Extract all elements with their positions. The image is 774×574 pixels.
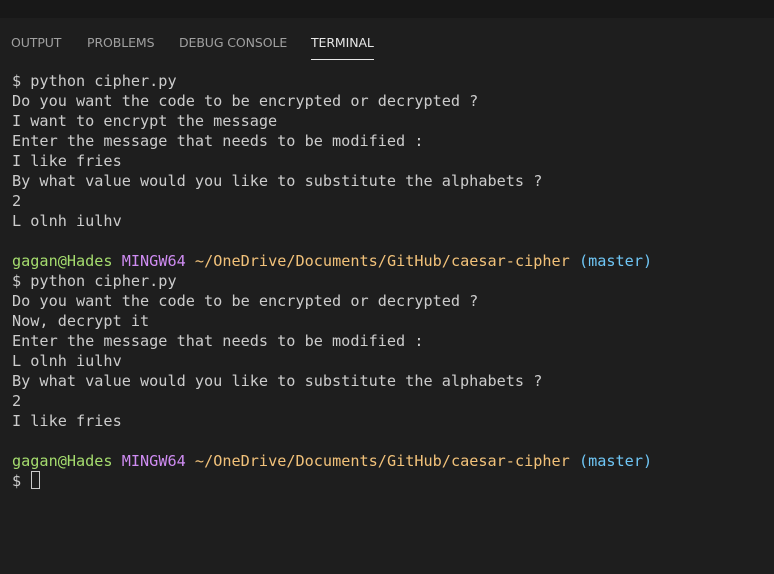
terminal-line: By what value would you like to substitu… [12,372,543,390]
prompt-branch: (master) [578,452,653,470]
terminal-line: Now, decrypt it [12,312,150,330]
terminal-line: Enter the message that needs to be modif… [12,332,424,350]
terminal-cursor [31,471,41,489]
prompt-branch: (master) [578,252,653,270]
terminal-line: L olnh iulhv [12,212,122,230]
terminal-line: L olnh iulhv [12,352,122,370]
tab-output[interactable]: OUTPUT [11,35,61,59]
prompt-user-host: gagan@Hades [12,452,113,470]
terminal-line: By what value would you like to substitu… [12,172,543,190]
terminal-line: $ python cipher.py [12,72,177,90]
terminal-line: Do you want the code to be encrypted or … [12,92,479,110]
terminal-output[interactable]: $ python cipher.py Do you want the code … [0,60,774,574]
terminal-line: I like fries [12,152,122,170]
tab-debug-console[interactable]: DEBUG CONSOLE [179,35,287,59]
terminal-prompt: gagan@Hades MINGW64 ~/OneDrive/Documents… [12,451,652,471]
terminal-prompt: gagan@Hades MINGW64 ~/OneDrive/Documents… [12,251,652,271]
terminal-line: $ python cipher.py [12,272,177,290]
prompt-shell: MINGW64 [121,452,186,470]
terminal-line: Do you want the code to be encrypted or … [12,292,479,310]
terminal-line: 2 [12,192,22,210]
prompt-shell: MINGW64 [121,252,186,270]
terminal-line: 2 [12,392,22,410]
terminal-line: I like fries [12,412,122,430]
title-bar [0,0,774,18]
terminal-input-line[interactable]: $ [12,471,41,491]
prompt-user-host: gagan@Hades [12,252,113,270]
prompt-path: ~/OneDrive/Documents/GitHub/caesar-ciphe… [194,252,570,270]
panel-tab-bar: OUTPUT PROBLEMS DEBUG CONSOLE TERMINAL [0,18,774,60]
tab-terminal[interactable]: TERMINAL [311,35,374,60]
tab-problems[interactable]: PROBLEMS [87,35,155,59]
terminal-line: Enter the message that needs to be modif… [12,132,424,150]
prompt-path: ~/OneDrive/Documents/GitHub/caesar-ciphe… [194,452,570,470]
terminal-line: I want to encrypt the message [12,112,278,130]
prompt-symbol: $ [12,472,22,490]
